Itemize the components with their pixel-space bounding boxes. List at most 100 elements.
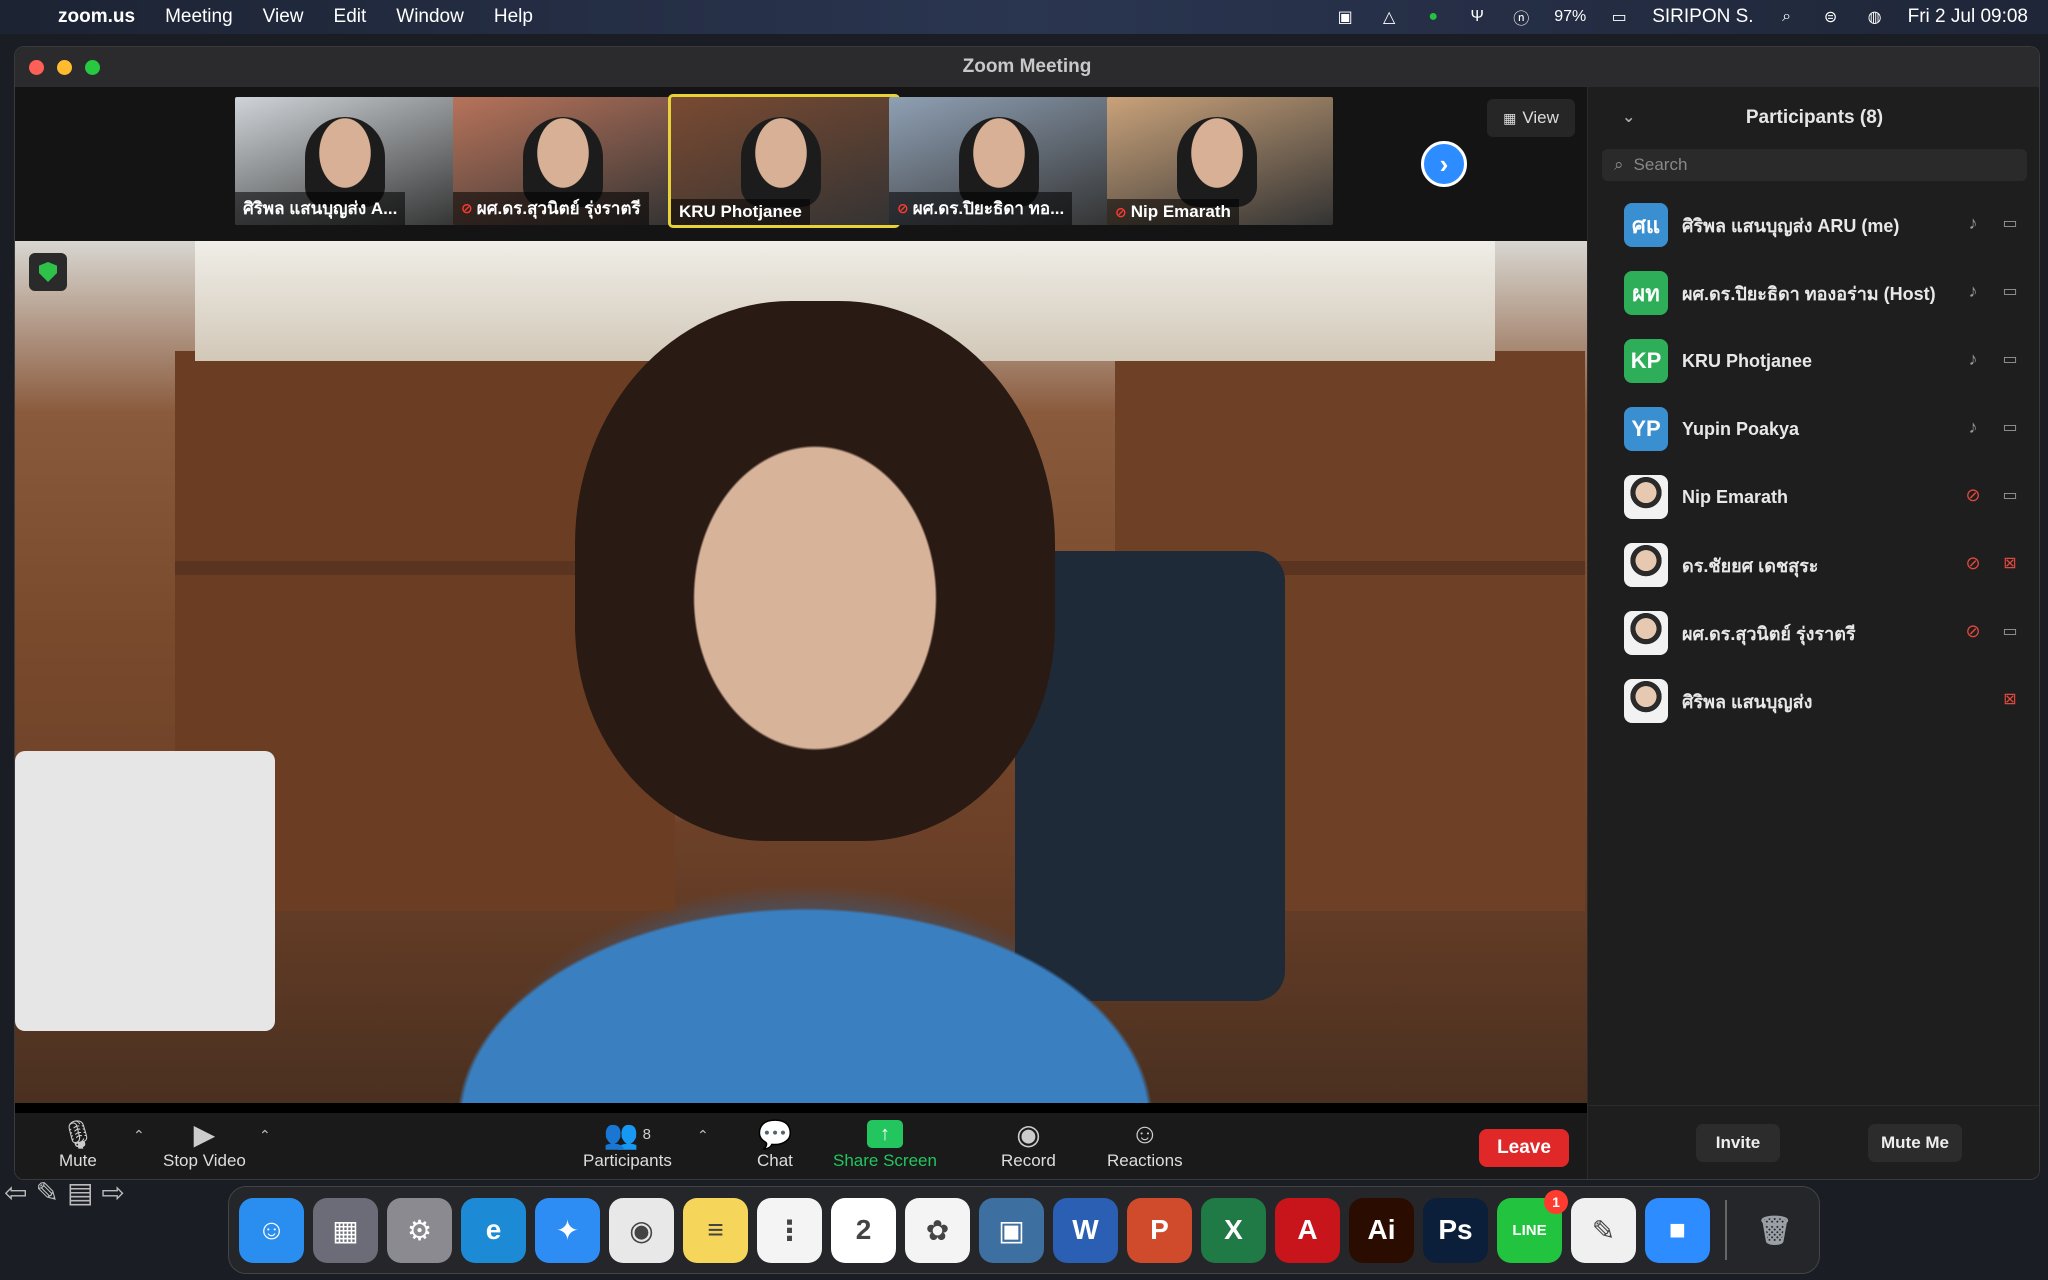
participants-button[interactable]: 👥 8 Participants: [583, 1117, 672, 1171]
mic-muted-icon[interactable]: ⊘: [1963, 621, 1983, 642]
video-camera-icon[interactable]: ▭: [1997, 621, 2023, 641]
microphone-icon[interactable]: ♪: [1963, 213, 1983, 234]
remote-desktop-icon[interactable]: ▣: [979, 1197, 1044, 1263]
menu-app-zoom[interactable]: zoom.us: [58, 6, 135, 28]
stop-video-button[interactable]: ▶ Stop Video: [163, 1117, 246, 1171]
menu-help[interactable]: Help: [494, 6, 533, 28]
pencil-icon[interactable]: ✎: [35, 1176, 58, 1209]
siri-icon[interactable]: ◍: [1864, 7, 1886, 27]
participant-row[interactable]: ดร.ชัยยศ เดชสุระ ⊘ ⊠: [1588, 531, 2039, 599]
participant-thumbnail[interactable]: KRU Photjanee: [668, 94, 900, 228]
mic-muted-icon[interactable]: ⊘: [1963, 485, 1983, 506]
spotlight-search-icon[interactable]: ⌕: [1776, 7, 1798, 27]
reactions-label: Reactions: [1107, 1151, 1183, 1170]
control-center-icon[interactable]: ⊜: [1820, 7, 1842, 27]
acrobat-icon[interactable]: A: [1275, 1197, 1340, 1263]
chat-button[interactable]: 💬 Chat: [757, 1117, 793, 1171]
participant-row[interactable]: Nip Emarath ⊘ ▭: [1588, 463, 2039, 531]
thumbnail-video-image: [741, 117, 821, 207]
photoshop-icon[interactable]: Ps: [1423, 1197, 1488, 1263]
menubar-clock[interactable]: Fri 2 Jul 09:08: [1908, 6, 2028, 28]
menu-edit[interactable]: Edit: [334, 6, 367, 28]
microphone-icon[interactable]: ♪: [1963, 417, 1983, 438]
fullscreen-window-button[interactable]: [85, 60, 100, 75]
participant-thumbnail[interactable]: ศิริพล แสนบุญส่ง A...: [235, 97, 461, 225]
chevron-down-icon[interactable]: ⌄: [1622, 107, 1635, 127]
chrome-icon[interactable]: ◉: [609, 1197, 674, 1263]
active-speaker-video[interactable]: [15, 241, 1587, 1103]
video-camera-icon[interactable]: ▭: [1997, 213, 2023, 233]
video-camera-icon[interactable]: ▭: [1997, 417, 2023, 437]
mute-button[interactable]: 🎙 Mute: [59, 1117, 97, 1171]
participant-thumbnail[interactable]: ⊘ ผศ.ดร.ปิยะธิดา ทอ...: [889, 97, 1115, 225]
video-off-icon[interactable]: ⊠: [1997, 553, 2023, 573]
notes-icon[interactable]: ≡: [683, 1197, 748, 1263]
trash-icon[interactable]: 🗑: [1742, 1198, 1807, 1263]
illustrator-icon[interactable]: Ai: [1349, 1197, 1414, 1263]
video-camera-icon[interactable]: ▭: [1997, 349, 2023, 369]
arrow-right-icon[interactable]: ⇨: [101, 1176, 124, 1209]
record-button[interactable]: ◉ Record: [1001, 1117, 1056, 1171]
line-icon[interactable]: LINE 1: [1497, 1189, 1568, 1263]
battery-percent: 97%: [1554, 8, 1587, 25]
safari-icon[interactable]: ✦: [535, 1197, 600, 1263]
finder-icon[interactable]: ☺: [239, 1197, 304, 1263]
audio-options-caret[interactable]: ⌃: [133, 1127, 145, 1144]
reactions-button[interactable]: ☺ Reactions: [1107, 1117, 1183, 1171]
close-window-button[interactable]: [29, 60, 44, 75]
participant-row[interactable]: YP Yupin Poakya ♪ ▭: [1588, 395, 2039, 463]
participant-thumbnail[interactable]: ⊘ Nip Emarath: [1107, 97, 1333, 225]
microphone-icon[interactable]: ♪: [1963, 281, 1983, 302]
system-preferences-icon[interactable]: ⚙: [387, 1197, 452, 1263]
share-screen-button[interactable]: ↑ Share Screen: [833, 1117, 937, 1171]
video-camera-icon[interactable]: ▭: [1997, 485, 2023, 505]
powerpoint-icon[interactable]: P: [1127, 1197, 1192, 1263]
participant-row[interactable]: ผท ผศ.ดร.ปิยะธิดา ทองอร่าม (Host) ♪ ▭: [1588, 259, 2039, 327]
camera-status-icon[interactable]: ▣: [1334, 7, 1356, 27]
mute-me-button[interactable]: Mute Me: [1868, 1124, 1962, 1162]
participant-name: Nip Emarath: [1682, 486, 1789, 507]
mic-muted-icon[interactable]: ⊘: [1963, 553, 1983, 574]
edge-icon[interactable]: e: [461, 1197, 526, 1263]
microphone-icon[interactable]: ♪: [1963, 349, 1983, 370]
arrow-left-icon[interactable]: ⇦: [4, 1176, 27, 1209]
grammarly-icon[interactable]: ⓝ: [1510, 7, 1532, 28]
menu-meeting[interactable]: Meeting: [165, 6, 233, 28]
drive-icon[interactable]: △: [1378, 7, 1400, 27]
menu-window[interactable]: Window: [396, 6, 464, 28]
excel-icon[interactable]: X: [1201, 1197, 1266, 1263]
reminders-icon[interactable]: ⋮: [757, 1197, 822, 1263]
video-camera-icon[interactable]: ▭: [1997, 281, 2023, 301]
participant-row[interactable]: KP KRU Photjanee ♪ ▭: [1588, 327, 2039, 395]
invite-button[interactable]: Invite: [1696, 1124, 1780, 1162]
user-name[interactable]: SIRIPON S.: [1652, 6, 1753, 28]
photos-icon[interactable]: ✿: [905, 1197, 970, 1263]
participant-thumbnail[interactable]: ⊘ ผศ.ดร.สุวนิตย์ รุ่งราตรี: [453, 97, 679, 225]
zoom-icon[interactable]: ■: [1645, 1197, 1710, 1263]
launchpad-icon[interactable]: ▦: [313, 1197, 378, 1263]
thumbnail-name: Nip Emarath: [1130, 202, 1231, 221]
text-box-icon[interactable]: ▤: [67, 1176, 93, 1209]
minimize-window-button[interactable]: [57, 60, 72, 75]
participant-row[interactable]: ผศ.ดร.สุวนิตย์ รุ่งราตรี ⊘ ▭: [1588, 599, 2039, 667]
leave-button[interactable]: Leave: [1479, 1129, 1569, 1167]
antenna-icon[interactable]: Ψ: [1466, 7, 1488, 27]
line-status-icon[interactable]: ●: [1422, 7, 1444, 27]
participants-count: 8: [642, 1125, 652, 1143]
participant-row[interactable]: ศิริพล แสนบุญส่ง ⊠: [1588, 667, 2039, 735]
next-page-button[interactable]: ›: [1421, 141, 1467, 187]
encryption-shield-icon[interactable]: [29, 253, 67, 291]
battery-icon[interactable]: ▭: [1608, 7, 1630, 27]
participant-search-input[interactable]: ⌕ Search: [1602, 149, 2027, 181]
view-button[interactable]: ▦ View: [1487, 99, 1575, 137]
video-options-caret[interactable]: ⌃: [259, 1127, 271, 1144]
menu-view[interactable]: View: [263, 6, 304, 28]
calendar-icon[interactable]: 2: [831, 1197, 896, 1263]
titlebar: Zoom Meeting: [15, 47, 2039, 87]
participants-options-caret[interactable]: ⌃: [697, 1127, 709, 1144]
video-off-icon[interactable]: ⊠: [1997, 689, 2023, 709]
textedit-icon[interactable]: ✎: [1571, 1197, 1636, 1263]
participants-panel-title: Participants (8): [1745, 107, 1884, 128]
word-icon[interactable]: W: [1053, 1197, 1118, 1263]
participant-row[interactable]: ศแ ศิริพล แสนบุญส่ง ARU (me) ♪ ▭: [1588, 191, 2039, 259]
